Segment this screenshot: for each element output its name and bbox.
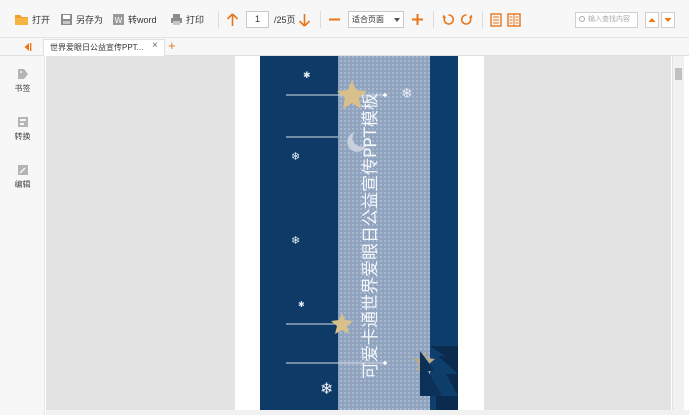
page-total: /25页 <box>274 11 296 28</box>
rotate-right-icon <box>460 14 473 25</box>
minus-icon <box>329 18 340 21</box>
collapse-sidebar-button[interactable] <box>23 42 32 54</box>
collapse-left-icon <box>24 43 32 51</box>
to-word-button[interactable]: W 转word <box>112 11 157 28</box>
plus-icon <box>412 14 423 25</box>
add-tab-icon[interactable]: + <box>168 38 176 53</box>
toolbar-divider <box>320 11 321 28</box>
horizontal-scrollbar[interactable] <box>46 410 689 415</box>
sidebar-item-label: 书签 <box>14 84 31 93</box>
document-viewer[interactable]: ✱ ❄ ❄ ❄ ✱ ❄ ✱ 可爱卡通世界爱眼日公益宣传PPT模板 <box>46 56 671 410</box>
single-page-view-button[interactable] <box>490 11 502 28</box>
save-icon <box>61 14 72 25</box>
rotate-left-icon <box>442 14 455 25</box>
slide: ✱ ❄ ❄ ❄ ✱ ❄ ✱ 可爱卡通世界爱眼日公益宣传PPT模板 <box>260 56 458 410</box>
next-page-button[interactable] <box>298 11 311 28</box>
tab-bar: 世界爱眼日公益宣传PPT... <box>0 38 689 56</box>
sidebar-item-edit[interactable]: 编辑 <box>0 164 45 190</box>
prev-page-button[interactable] <box>226 11 239 28</box>
toolbar: 打开 另存为 W 转word 打印 1 /25页 适合页面 输入查找内容 <box>0 0 689 38</box>
snowflake-icon: ❄ <box>401 86 413 102</box>
toolbar-divider <box>433 11 434 28</box>
search-icon <box>579 16 585 22</box>
snowflake-icon: ❄ <box>291 234 300 247</box>
toolbar-divider <box>218 11 219 28</box>
zoom-value: 适合页面 <box>352 15 384 24</box>
save-as-label: 另存为 <box>76 15 104 25</box>
close-tab-icon[interactable]: × <box>152 40 158 51</box>
svg-text:W: W <box>115 16 123 25</box>
print-icon <box>171 14 182 25</box>
slide-artwork: ✱ ❄ ❄ ❄ ✱ ❄ ✱ 可爱卡通世界爱眼日公益宣传PPT模板 <box>260 56 458 410</box>
search-input[interactable]: 输入查找内容 <box>575 12 638 28</box>
print-label: 打印 <box>186 15 205 25</box>
page: ✱ ❄ ❄ ❄ ✱ ❄ ✱ 可爱卡通世界爱眼日公益宣传PPT模板 <box>235 56 484 410</box>
triangle-down-icon <box>664 18 672 22</box>
convert-icon <box>17 117 28 127</box>
zoom-in-button[interactable] <box>411 11 424 28</box>
snowflake-icon: ✱ <box>298 300 305 309</box>
double-page-view-button[interactable] <box>507 11 521 28</box>
double-page-icon <box>507 12 521 27</box>
folder-icon <box>15 15 28 25</box>
rotate-right-button[interactable] <box>460 11 473 28</box>
save-as-button[interactable]: 另存为 <box>60 11 103 28</box>
vertical-scrollbar[interactable] <box>672 56 684 410</box>
slide-title: 可爱卡通世界爱眼日公益宣传PPT模板 <box>361 93 381 379</box>
bookmark-icon <box>17 69 28 79</box>
page-number-input[interactable]: 1 <box>246 11 269 28</box>
search-placeholder: 输入查找内容 <box>588 16 630 23</box>
triangle-up-icon <box>648 18 656 22</box>
snowflake-icon: ✱ <box>303 71 311 81</box>
zoom-select[interactable]: 适合页面 <box>348 11 404 28</box>
left-sidebar: 书签 转换 编辑 <box>0 56 45 415</box>
snowflake-icon: ❄ <box>320 379 333 398</box>
rotate-left-button[interactable] <box>442 11 455 28</box>
open-label: 打开 <box>32 15 51 25</box>
toolbar-divider <box>482 11 483 28</box>
document-tab[interactable]: 世界爱眼日公益宣传PPT... <box>43 39 165 56</box>
print-button[interactable]: 打印 <box>170 11 204 28</box>
edit-icon <box>17 165 28 175</box>
sidebar-item-bookmark[interactable]: 书签 <box>0 68 45 94</box>
arrow-down-icon <box>298 13 311 27</box>
zoom-out-button[interactable] <box>328 11 341 28</box>
to-word-label: 转word <box>128 15 157 25</box>
sidebar-item-label: 编辑 <box>14 180 31 189</box>
document-tab-label: 世界爱眼日公益宣传PPT... <box>50 43 144 52</box>
chevron-down-icon <box>394 18 400 22</box>
arrow-up-icon <box>226 12 239 26</box>
word-icon: W <box>113 14 124 25</box>
search-next-button[interactable] <box>661 12 675 28</box>
search-prev-button[interactable] <box>645 12 659 28</box>
sidebar-item-label: 转换 <box>14 132 31 141</box>
open-button[interactable]: 打开 <box>14 11 50 28</box>
single-page-icon <box>490 12 502 27</box>
center-panel <box>338 56 430 410</box>
page-total-label: /25页 <box>274 15 296 25</box>
sidebar-item-convert[interactable]: 转换 <box>0 116 45 142</box>
snowflake-icon: ❄ <box>291 150 300 163</box>
scrollbar-thumb[interactable] <box>675 68 682 80</box>
